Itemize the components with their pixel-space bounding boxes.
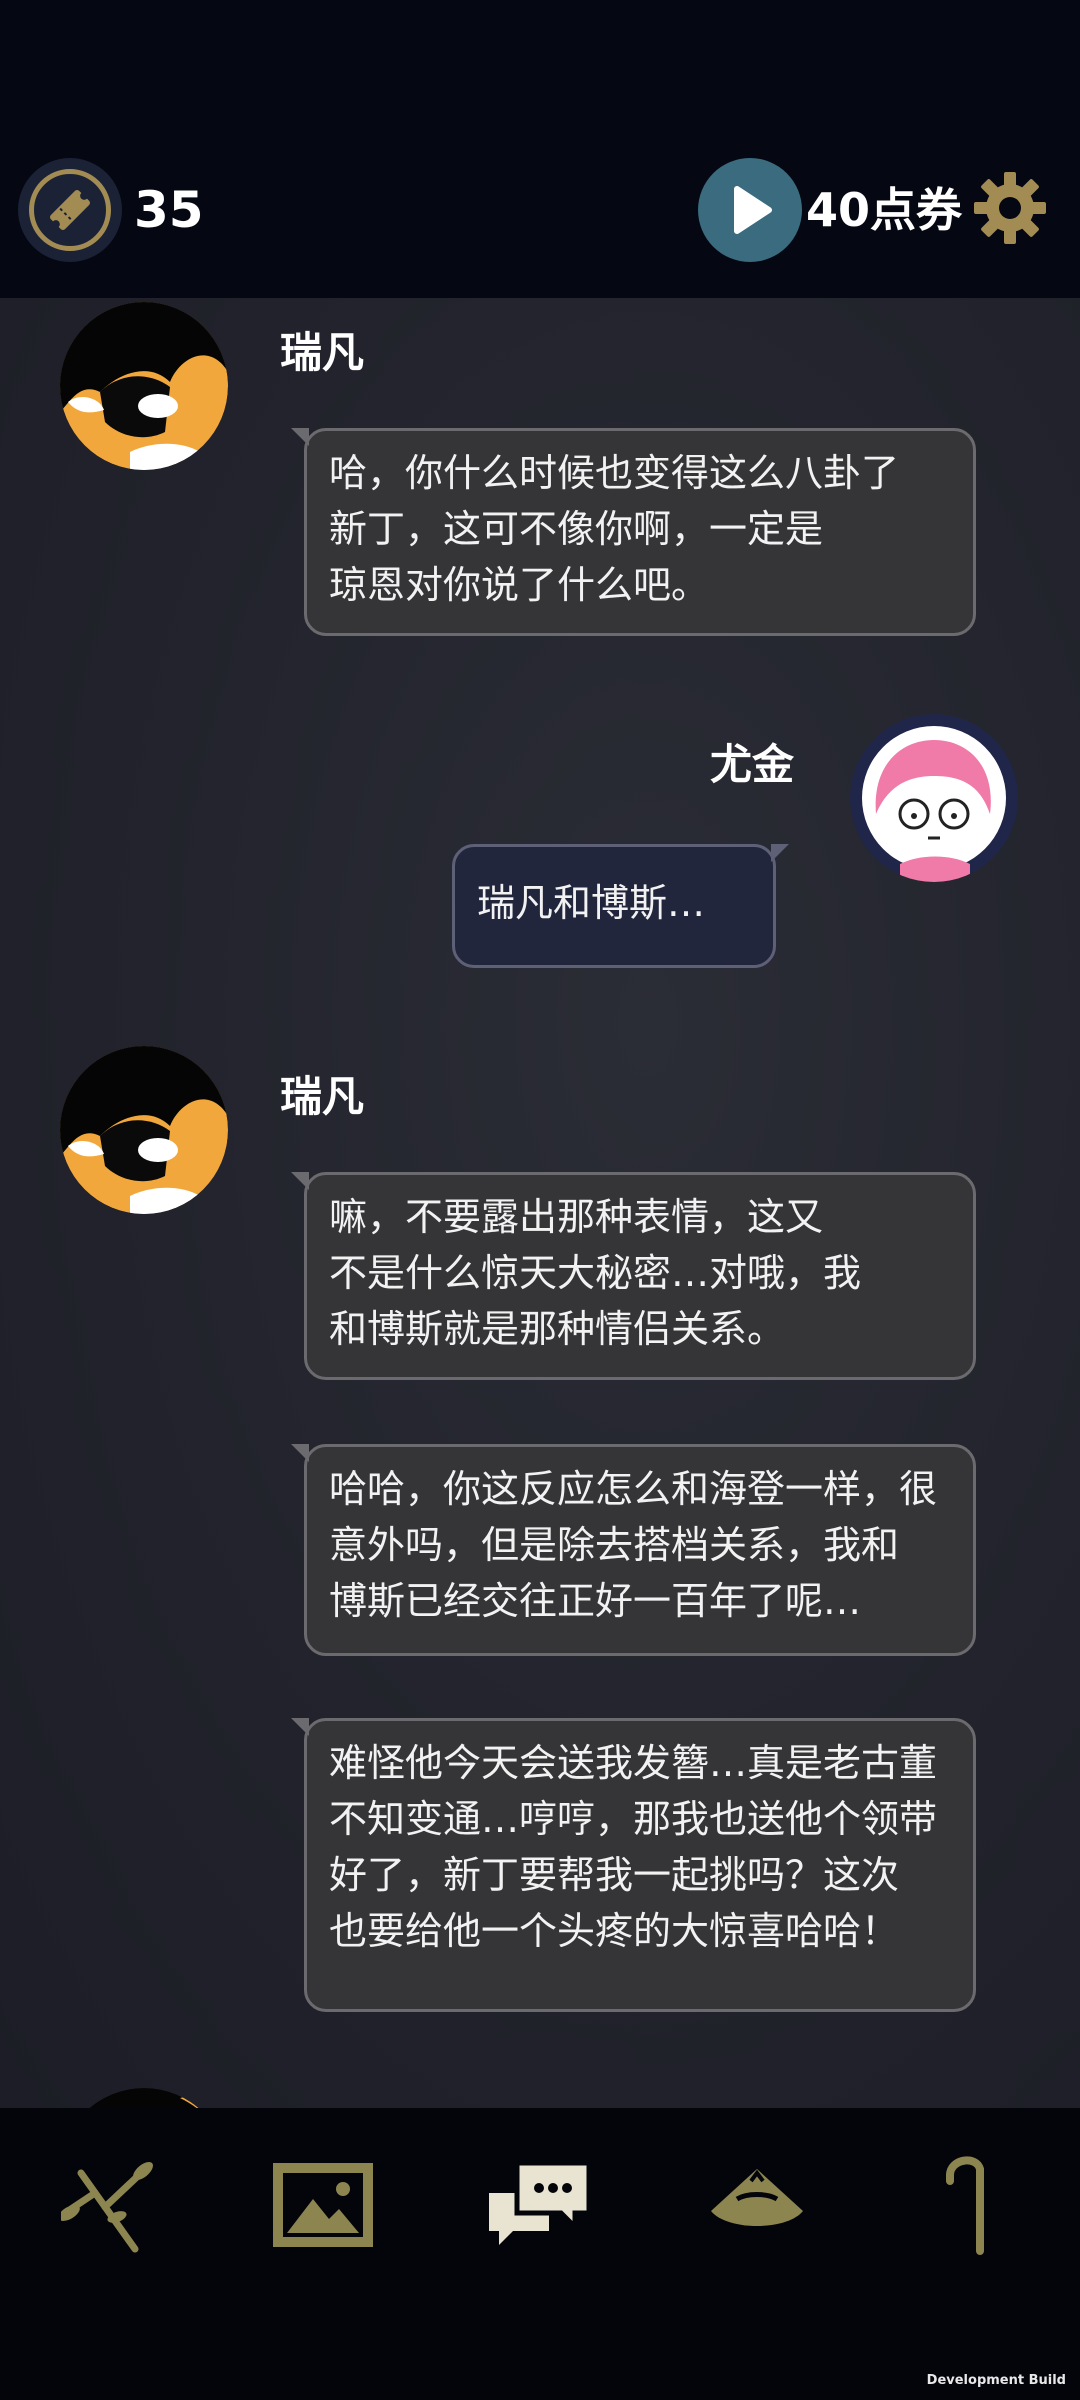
gallery-icon [273, 2163, 373, 2247]
message-line: 不是什么惊天大秘密…对哦，我 [329, 1251, 862, 1295]
nav-gallery-button[interactable] [268, 2150, 378, 2260]
play-icon [734, 186, 772, 234]
hat-icon [711, 2169, 803, 2226]
message-line: 嘛，不要露出那种表情，这又 [329, 1195, 824, 1239]
avatar-ruifan[interactable] [60, 302, 228, 470]
message-line: 好了，新丁要帮我一起挑吗？这次 [329, 1853, 900, 1897]
ticket-icon [29, 169, 111, 251]
ticket-count: 35 [134, 181, 204, 239]
message-line: 不知变通…哼哼，那我也送他个领带 [329, 1797, 938, 1841]
nav-cane-button[interactable] [920, 2150, 1030, 2260]
cane-icon [946, 2156, 984, 2255]
message-line: 难怪他今天会送我发簪…真是老古董 [329, 1741, 938, 1785]
message-line: 哈，你什么时候也变得这么八卦了 [329, 451, 900, 495]
nav-chat-button[interactable] [484, 2150, 594, 2260]
development-build-label: Development Build [926, 2373, 1066, 2388]
chat-area[interactable]: 瑞凡 哈，你什么时候也变得这么八卦了 新丁，这可不像你啊，一定是 琼恩对你说了什… [0, 298, 1080, 2108]
nav-branch-button[interactable] [54, 2150, 164, 2260]
avatar-yujin[interactable] [850, 714, 1018, 882]
message-line: 琼恩对你说了什么吧。 [329, 563, 710, 607]
top-bar [0, 0, 1080, 298]
ticket-badge[interactable] [18, 158, 122, 262]
play-ad-button[interactable] [698, 158, 802, 262]
message-bubble: 哈哈，你这反应怎么和海登一样，很 意外吗，但是除去搭档关系，我和 博斯已经交往正… [291, 1444, 976, 1656]
message-line: 和博斯就是那种情侣关系。 [329, 1307, 786, 1351]
sender-name: 瑞凡 [280, 328, 365, 377]
message-line: 也要给他一个头疼的大惊喜哈哈！ [329, 1909, 900, 1953]
message-line: 意外吗，但是除去搭档关系，我和 [329, 1523, 900, 1567]
nav-hat-button[interactable] [702, 2150, 812, 2260]
message-line: 新丁，这可不像你啊，一定是 [329, 507, 824, 551]
sender-name: 尤金 [710, 740, 795, 789]
sender-name: 瑞凡 [280, 1072, 365, 1121]
avatar-ruifan[interactable] [60, 1046, 228, 1214]
message-line: 博斯已经交往正好一百年了呢… [329, 1579, 862, 1623]
message-line: 哈哈，你这反应怎么和海登一样，很 [329, 1467, 938, 1511]
message-bubble: 嘛，不要露出那种表情，这又 不是什么惊天大秘密…对哦，我 和博斯就是那种情侣关系… [291, 1172, 976, 1380]
points-label: 40点券 [806, 183, 963, 237]
message-bubble: 哈，你什么时候也变得这么八卦了 新丁，这可不像你啊，一定是 琼恩对你说了什么吧。 [291, 428, 976, 636]
settings-gear-icon[interactable] [972, 170, 1048, 246]
message-bubble: 难怪他今天会送我发簪…真是老古董 不知变通…哼哼，那我也送他个领带 好了，新丁要… [291, 1718, 976, 2012]
branch-icon [61, 2162, 153, 2253]
message-line: 瑞凡和博斯… [477, 881, 706, 925]
message-bubble-own: 瑞凡和博斯… [452, 844, 789, 968]
chat-icon [489, 2160, 591, 2245]
avatar-ruifan-partial[interactable] [60, 2088, 228, 2108]
